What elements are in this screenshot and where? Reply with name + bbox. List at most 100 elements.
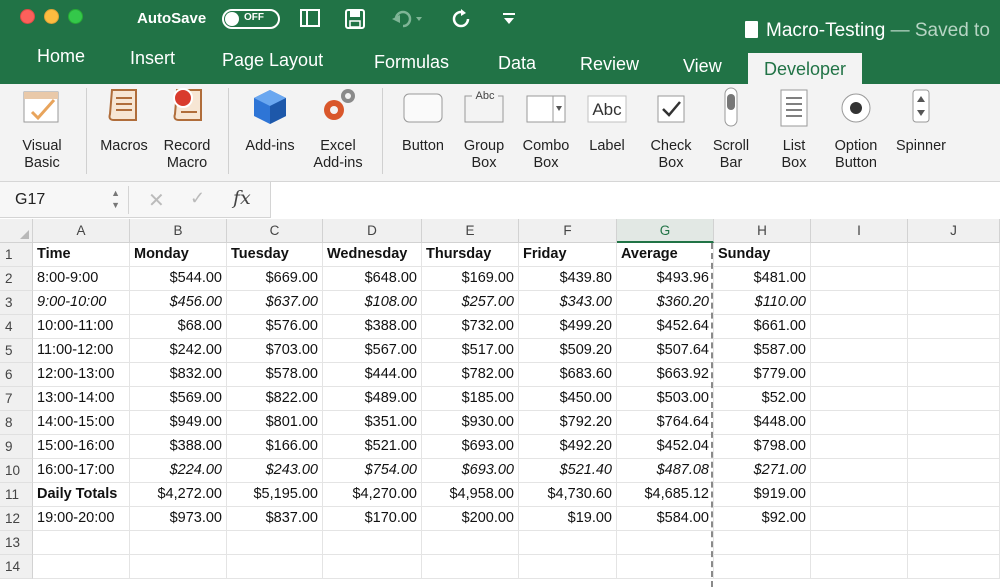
cancel-icon[interactable]: ✕ xyxy=(148,188,165,213)
cell-i5[interactable] xyxy=(811,339,908,363)
cell-c7[interactable]: $822.00 xyxy=(227,387,323,411)
cell-b2[interactable]: $544.00 xyxy=(130,267,227,291)
cell-j12[interactable] xyxy=(908,507,1000,531)
cell-g4[interactable]: $452.64 xyxy=(617,315,714,339)
row-header[interactable]: 10 xyxy=(0,459,33,483)
tab-formulas[interactable]: Formulas xyxy=(374,52,449,73)
cell-e11[interactable]: $4,958.00 xyxy=(422,483,519,507)
cell-h12[interactable]: $92.00 xyxy=(714,507,811,531)
formula-input[interactable] xyxy=(270,182,1000,218)
cell-e8[interactable]: $930.00 xyxy=(422,411,519,435)
cell-a11[interactable]: Daily Totals xyxy=(33,483,130,507)
cell-d1[interactable]: Wednesday xyxy=(323,243,422,267)
cell-j13[interactable] xyxy=(908,531,1000,555)
select-all-corner[interactable] xyxy=(0,219,33,243)
row-header[interactable]: 1 xyxy=(0,243,33,267)
row-header[interactable]: 9 xyxy=(0,435,33,459)
cell-j14[interactable] xyxy=(908,555,1000,579)
cell-g12[interactable]: $584.00 xyxy=(617,507,714,531)
form-button-control[interactable]: Button xyxy=(394,84,452,155)
column-header-g[interactable]: G xyxy=(617,219,714,243)
cell-b6[interactable]: $832.00 xyxy=(130,363,227,387)
cell-a5[interactable]: 11:00-12:00 xyxy=(33,339,130,363)
cell-d3[interactable]: $108.00 xyxy=(323,291,422,315)
column-header-h[interactable]: H xyxy=(714,219,811,243)
cell-d12[interactable]: $170.00 xyxy=(323,507,422,531)
record-macro-button[interactable]: Record Macro xyxy=(156,84,218,172)
combo-box-control[interactable]: Combo Box xyxy=(518,84,574,172)
cell-g1[interactable]: Average xyxy=(617,243,714,267)
cell-c13[interactable] xyxy=(227,531,323,555)
row-header[interactable]: 2 xyxy=(0,267,33,291)
cell-i1[interactable] xyxy=(811,243,908,267)
cell-g6[interactable]: $663.92 xyxy=(617,363,714,387)
window-close-button[interactable] xyxy=(20,9,35,24)
cell-a9[interactable]: 15:00-16:00 xyxy=(33,435,130,459)
customize-toolbar-icon[interactable] xyxy=(502,9,516,29)
cell-j9[interactable] xyxy=(908,435,1000,459)
name-box-dropdown-icon[interactable]: ▲ ▼ xyxy=(111,187,120,211)
cell-e6[interactable]: $782.00 xyxy=(422,363,519,387)
cell-e1[interactable]: Thursday xyxy=(422,243,519,267)
tab-data[interactable]: Data xyxy=(498,53,536,74)
row-header[interactable]: 3 xyxy=(0,291,33,315)
cell-f9[interactable]: $492.20 xyxy=(519,435,617,459)
cell-c5[interactable]: $703.00 xyxy=(227,339,323,363)
cell-i8[interactable] xyxy=(811,411,908,435)
cell-h9[interactable]: $798.00 xyxy=(714,435,811,459)
column-header-d[interactable]: D xyxy=(323,219,422,243)
cell-d5[interactable]: $567.00 xyxy=(323,339,422,363)
tab-view[interactable]: View xyxy=(683,56,722,77)
window-minimize-button[interactable] xyxy=(44,9,59,24)
cell-f10[interactable]: $521.40 xyxy=(519,459,617,483)
cell-e3[interactable]: $257.00 xyxy=(422,291,519,315)
excel-addins-button[interactable]: Excel Add-ins xyxy=(306,84,370,172)
cell-c12[interactable]: $837.00 xyxy=(227,507,323,531)
cell-a6[interactable]: 12:00-13:00 xyxy=(33,363,130,387)
column-header-j[interactable]: J xyxy=(908,219,1000,243)
window-maximize-button[interactable] xyxy=(68,9,83,24)
sidebar-toggle-icon[interactable] xyxy=(300,9,320,31)
cell-f5[interactable]: $509.20 xyxy=(519,339,617,363)
cell-a3[interactable]: 9:00-10:00 xyxy=(33,291,130,315)
cell-d8[interactable]: $351.00 xyxy=(323,411,422,435)
cell-h8[interactable]: $448.00 xyxy=(714,411,811,435)
cell-g5[interactable]: $507.64 xyxy=(617,339,714,363)
cell-i12[interactable] xyxy=(811,507,908,531)
cell-e5[interactable]: $517.00 xyxy=(422,339,519,363)
cell-a12[interactable]: 19:00-20:00 xyxy=(33,507,130,531)
insert-function-icon[interactable]: fx xyxy=(233,187,251,209)
cell-d13[interactable] xyxy=(323,531,422,555)
cell-a14[interactable] xyxy=(33,555,130,579)
column-header-c[interactable]: C xyxy=(227,219,323,243)
cell-g11[interactable]: $4,685.12 xyxy=(617,483,714,507)
cell-f2[interactable]: $439.80 xyxy=(519,267,617,291)
cell-c11[interactable]: $5,195.00 xyxy=(227,483,323,507)
cell-d7[interactable]: $489.00 xyxy=(323,387,422,411)
visual-basic-button[interactable]: Visual Basic xyxy=(12,84,72,172)
cell-h2[interactable]: $481.00 xyxy=(714,267,811,291)
cell-a13[interactable] xyxy=(33,531,130,555)
cell-i10[interactable] xyxy=(811,459,908,483)
cell-i7[interactable] xyxy=(811,387,908,411)
cell-j7[interactable] xyxy=(908,387,1000,411)
cell-j4[interactable] xyxy=(908,315,1000,339)
cell-f12[interactable]: $19.00 xyxy=(519,507,617,531)
spreadsheet-grid[interactable]: ABCDEFGHIJ 1 Time Monday Tuesday Wednesday Th… xyxy=(0,219,1000,587)
cell-j3[interactable] xyxy=(908,291,1000,315)
cell-f1[interactable]: Friday xyxy=(519,243,617,267)
cell-f7[interactable]: $450.00 xyxy=(519,387,617,411)
cell-d11[interactable]: $4,270.00 xyxy=(323,483,422,507)
cell-j11[interactable] xyxy=(908,483,1000,507)
cell-f3[interactable]: $343.00 xyxy=(519,291,617,315)
cell-e4[interactable]: $732.00 xyxy=(422,315,519,339)
cell-h11[interactable]: $919.00 xyxy=(714,483,811,507)
row-header[interactable]: 5 xyxy=(0,339,33,363)
cell-j8[interactable] xyxy=(908,411,1000,435)
cell-b13[interactable] xyxy=(130,531,227,555)
cell-f14[interactable] xyxy=(519,555,617,579)
cell-e10[interactable]: $693.00 xyxy=(422,459,519,483)
cell-g2[interactable]: $493.96 xyxy=(617,267,714,291)
autosave-toggle[interactable]: OFF xyxy=(222,9,280,29)
cell-e13[interactable] xyxy=(422,531,519,555)
